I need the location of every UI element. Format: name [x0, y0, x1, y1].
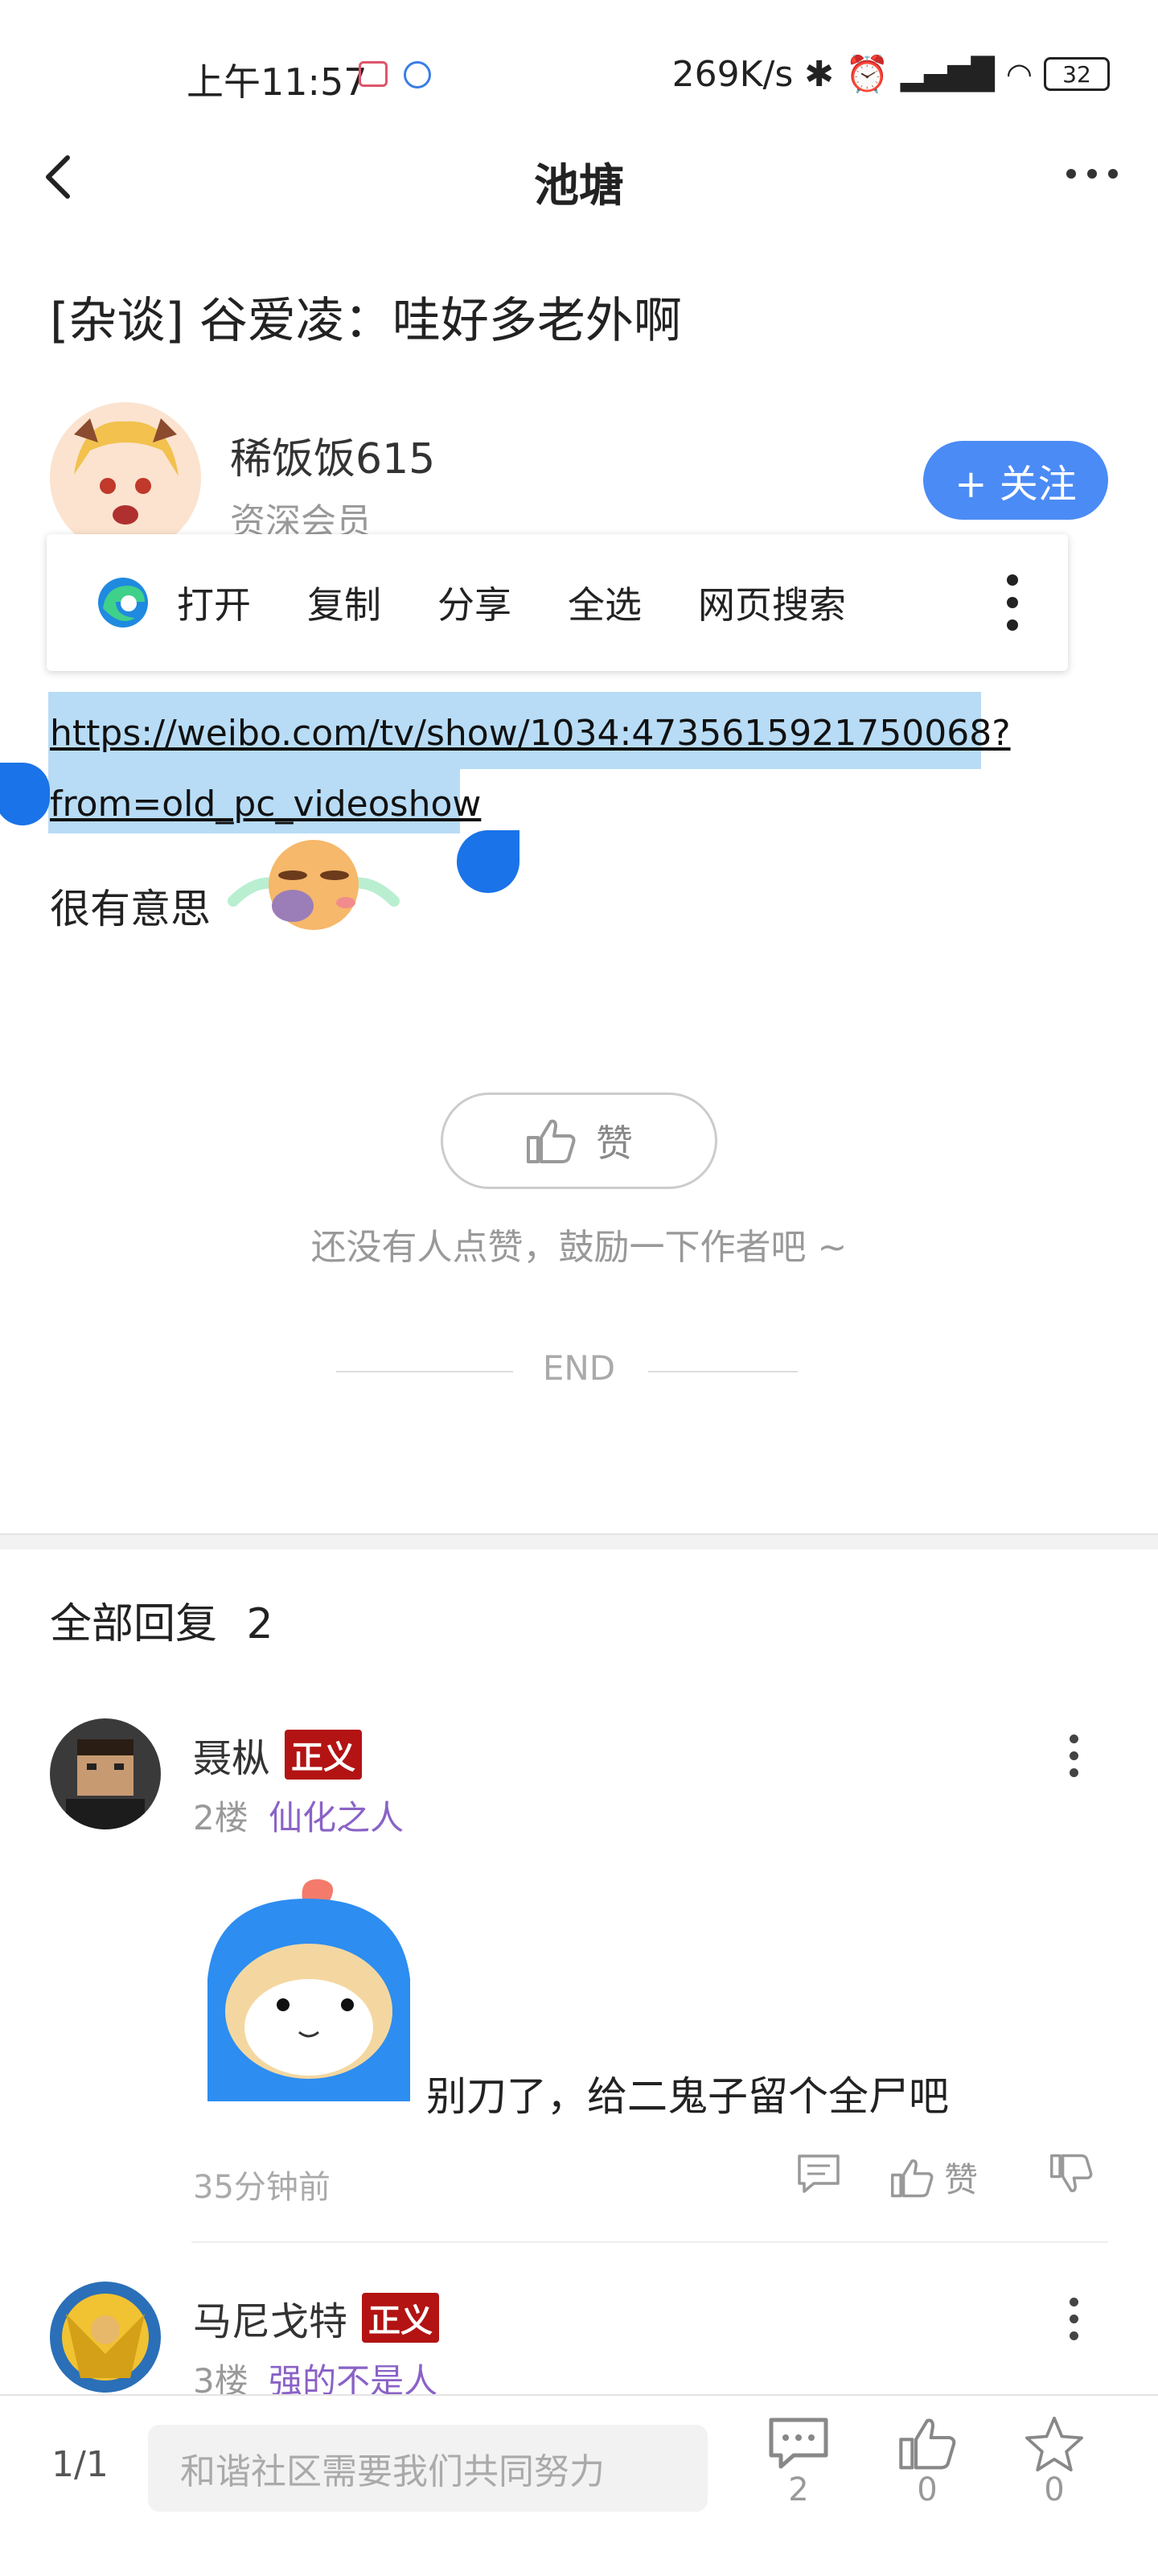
like-button[interactable]: 赞 — [441, 1093, 717, 1189]
tv-app-icon — [359, 61, 388, 87]
reply-user-title: 仙化之人 — [269, 1798, 404, 1837]
follow-button[interactable]: + 关注 — [923, 441, 1108, 520]
page-indicator[interactable]: 1/1 — [51, 2444, 109, 2485]
end-label: END — [542, 1348, 616, 1388]
reply-badge: 正义 — [285, 1730, 363, 1780]
likes-button[interactable]: 0 — [883, 2415, 971, 2508]
comments-button[interactable]: 2 — [754, 2415, 843, 2508]
reply-like-button[interactable]: 赞 — [889, 2153, 978, 2202]
reply-separator — [191, 2241, 1108, 2243]
more-options-icon[interactable] — [1066, 169, 1118, 179]
section-divider — [0, 1533, 1158, 1549]
reply-author-row: 马尼戈特 正义 — [193, 2290, 440, 2346]
edge-browser-icon — [98, 578, 148, 628]
author-avatar[interactable] — [50, 402, 201, 553]
status-bar: 上午11:57 269K/s ✱ ⏰ ▂▄▆█ ◠ 32 — [0, 0, 1158, 153]
menu-open[interactable]: 打开 — [177, 576, 251, 629]
reply-like-label: 赞 — [944, 2160, 979, 2199]
battery-icon: 32 — [1044, 57, 1110, 91]
search-app-icon — [404, 61, 431, 88]
text-selection-menu: 打开 复制 分享 全选 网页搜索 — [47, 534, 1068, 671]
post-link[interactable]: https://weibo.com/tv/show/1034:473561592… — [50, 698, 1015, 840]
menu-copy[interactable]: 复制 — [307, 576, 381, 629]
thumbs-up-icon — [899, 2418, 956, 2470]
post-link-line: from=old_pc_videoshow — [50, 784, 482, 825]
comment-icon — [798, 2154, 840, 2193]
reply-avatar[interactable] — [50, 2282, 161, 2393]
author-name[interactable]: 稀饭饭615 — [230, 425, 435, 485]
reply-text: 别刀了，给二鬼子留个全尸吧 — [426, 2073, 949, 2120]
selection-handle-end[interactable] — [457, 830, 519, 893]
menu-share[interactable]: 分享 — [437, 576, 511, 629]
page-title: 池塘 — [534, 160, 624, 212]
bluetooth-icon: ✱ — [804, 53, 835, 95]
favorite-button[interactable]: 0 — [1010, 2415, 1098, 2508]
reply-author-name[interactable]: 聂枞 — [193, 1726, 270, 1783]
selection-handle-start[interactable] — [0, 763, 50, 825]
status-time: 上午11:57 — [187, 60, 368, 104]
post-link-line: https://weibo.com/tv/show/1034:473561592… — [50, 713, 1011, 754]
reply-comment-button[interactable] — [796, 2153, 841, 2195]
menu-web-search[interactable]: 网页搜索 — [698, 576, 846, 629]
replies-header-label: 全部回复 — [50, 1600, 218, 1648]
like-hint: 还没有人点赞，鼓励一下作者吧 ~ — [310, 1227, 848, 1268]
thumbs-up-icon — [891, 2158, 934, 2197]
comment-icon — [769, 2418, 828, 2469]
likes-count: 0 — [917, 2471, 938, 2508]
thumbs-up-icon — [527, 1119, 576, 1163]
follow-label: + 关注 — [955, 462, 1077, 507]
like-label: 赞 — [596, 1121, 633, 1165]
status-right: 269K/s ✱ ⏰ ▂▄▆█ ◠ 32 — [672, 53, 1110, 95]
reply-dislike-button[interactable] — [1049, 2153, 1094, 2195]
menu-more-icon[interactable] — [1007, 574, 1018, 631]
reply-author-row: 聂枞 正义 — [193, 1726, 363, 1783]
replies-header: 全部回复 2 — [50, 1590, 273, 1650]
crying-laugh-emoji-icon — [228, 840, 400, 930]
reply-floor: 2楼 — [193, 1798, 248, 1837]
net-speed: 269K/s — [671, 53, 794, 95]
star-icon — [1025, 2416, 1083, 2471]
menu-select-all[interactable]: 全选 — [568, 576, 642, 629]
reply-author-name[interactable]: 马尼戈特 — [193, 2290, 347, 2346]
comment-input[interactable]: 和谐社区需要我们共同努力 — [148, 2425, 708, 2512]
alarm-icon: ⏰ — [845, 54, 889, 95]
replies-count: 2 — [246, 1600, 273, 1648]
wifi-icon: ◠ — [1005, 56, 1033, 92]
reply-badge: 正义 — [362, 2293, 440, 2343]
reply-time: 35分钟前 — [193, 2169, 331, 2206]
thumbs-down-icon — [1050, 2154, 1093, 2192]
post-title: [杂谈] 谷爱凌：哇好多老外啊 — [50, 293, 682, 349]
reply-meta: 2楼 仙化之人 — [193, 1791, 404, 1840]
reply-avatar[interactable] — [50, 1718, 161, 1829]
comment-input-placeholder: 和谐社区需要我们共同努力 — [180, 2451, 605, 2492]
signal-icon: ▂▄▆█ — [900, 56, 995, 92]
sticker-image — [207, 1879, 410, 2101]
post-text: 很有意思 — [50, 886, 211, 932]
reply-more-icon[interactable] — [1070, 1734, 1078, 1777]
favorites-count: 0 — [1044, 2471, 1065, 2508]
comments-count: 2 — [788, 2471, 809, 2508]
reply-more-icon[interactable] — [1070, 2298, 1078, 2340]
